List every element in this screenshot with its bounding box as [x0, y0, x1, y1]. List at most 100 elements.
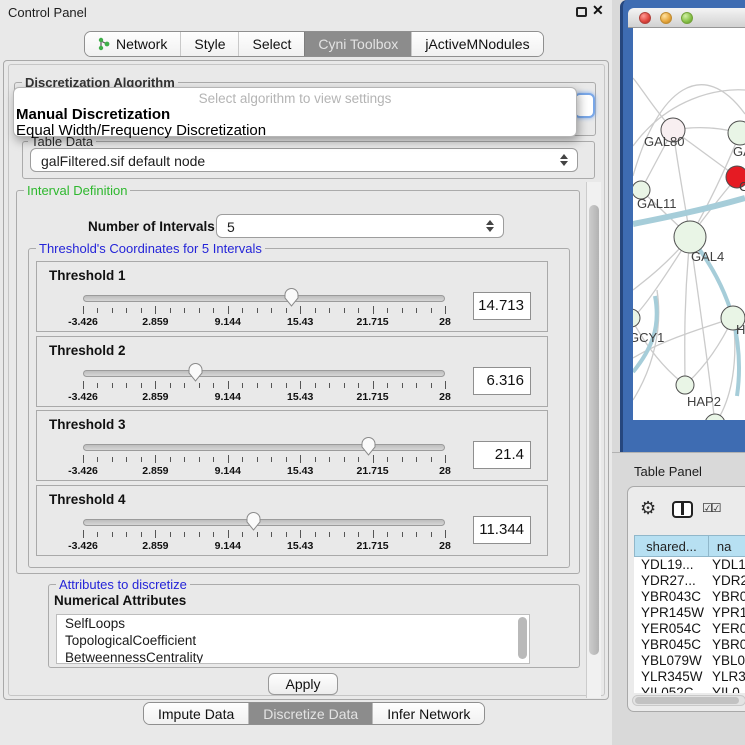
cell-name[interactable]: YDL1 — [709, 557, 745, 573]
slider-tick-label: -3.426 — [68, 316, 98, 328]
node-label: HAP2 — [687, 394, 721, 409]
slider-tick — [344, 383, 345, 388]
cell-shared-name[interactable]: YPR145W — [634, 605, 709, 621]
select-columns-icon[interactable]: ☑☑ — [702, 501, 720, 515]
close-icon[interactable]: ✕ — [592, 2, 604, 19]
dropdown-item-hint[interactable]: Select algorithm to view settings — [14, 91, 576, 106]
tab-jactivemnodules[interactable]: jActiveMNodules — [411, 32, 542, 56]
tab-label: Impute Data — [158, 706, 234, 722]
column-header-name[interactable]: na — [709, 535, 745, 557]
slider-thumb[interactable] — [361, 436, 376, 456]
table-row[interactable]: YDR27...YDR2 — [634, 573, 745, 589]
zoom-traffic-light-icon[interactable] — [681, 12, 693, 24]
cell-name[interactable]: YBR0 — [709, 637, 745, 653]
slider-tick — [126, 532, 127, 537]
table-row[interactable]: YBR045CYBR0 — [634, 637, 745, 653]
threshold-value-field[interactable]: 11.344 — [473, 516, 531, 544]
threshold-value-field[interactable]: 6.316 — [473, 367, 531, 395]
slider-thumb[interactable] — [246, 511, 261, 531]
cell-shared-name[interactable]: YDL19... — [634, 557, 709, 573]
numerical-attributes-list[interactable]: SelfLoopsTopologicalCoefficientBetweenne… — [56, 614, 530, 664]
network-node-hap2[interactable] — [676, 376, 694, 394]
scrollbar-thumb[interactable] — [589, 205, 599, 655]
dropdown-item-manual-discretization[interactable]: Manual Discretization — [16, 106, 170, 123]
cell-shared-name[interactable]: YBR043C — [634, 589, 709, 605]
attribute-list-item[interactable]: SelfLoops — [57, 615, 529, 632]
threshold-value-field[interactable]: 14.713 — [473, 292, 531, 320]
slider-tick — [416, 383, 417, 388]
cell-shared-name[interactable]: YER054C — [634, 621, 709, 637]
gear-icon[interactable]: ⚙ — [640, 498, 656, 519]
threshold-value-field[interactable]: 21.4 — [473, 441, 531, 469]
table-row[interactable]: YER054CYER0 — [634, 621, 745, 637]
slider-tick-label: -3.426 — [68, 391, 98, 403]
slider-track[interactable] — [83, 370, 445, 377]
cell-shared-name[interactable]: YIL052C — [634, 685, 709, 693]
table-row[interactable]: YLR345WYLR3 — [634, 669, 745, 685]
cell-name[interactable]: YDR2 — [709, 573, 745, 589]
column-header-shared-name[interactable]: shared... — [634, 535, 709, 557]
number-of-intervals-combobox[interactable]: 5 — [216, 214, 504, 238]
slider-tick — [83, 530, 84, 538]
dropdown-item-equal-width-frequency[interactable]: Equal Width/Frequency Discretization — [16, 122, 266, 139]
slider-tick — [445, 306, 446, 314]
tab-style[interactable]: Style — [180, 32, 238, 56]
network-icon — [98, 37, 110, 51]
slider-thumb[interactable] — [284, 287, 299, 307]
slider-thumb[interactable] — [188, 362, 203, 382]
network-window-titlebar[interactable] — [628, 8, 745, 28]
horizontal-scrollbar-thumb[interactable] — [635, 697, 739, 704]
tab-network[interactable]: Network — [85, 32, 180, 56]
table-data-combobox[interactable]: galFiltered.sif default node — [30, 148, 578, 172]
slider-tick-label: -3.426 — [68, 540, 98, 552]
slider-tick-label: 21.715 — [357, 540, 389, 552]
table-row[interactable]: YBL079WYBL0 — [634, 653, 745, 669]
tab-infer-network[interactable]: Infer Network — [372, 703, 484, 724]
tab-impute-data[interactable]: Impute Data — [144, 703, 248, 724]
table-row[interactable]: YBR043CYBR0 — [634, 589, 745, 605]
tab-cyni-toolbox[interactable]: Cyni Toolbox — [304, 32, 411, 56]
algorithm-combobox[interactable] — [574, 93, 595, 118]
network-node-ga[interactable] — [728, 121, 745, 145]
cell-name[interactable]: YBR0 — [709, 589, 745, 605]
float-window-icon[interactable] — [576, 7, 587, 17]
cell-shared-name[interactable]: YBL079W — [634, 653, 709, 669]
tab-select[interactable]: Select — [238, 32, 304, 56]
tab-discretize-data[interactable]: Discretize Data — [248, 703, 372, 724]
cell-name[interactable]: YBL0 — [709, 653, 745, 669]
slider-tick-label: 21.715 — [357, 465, 389, 477]
network-node[interactable] — [705, 414, 725, 420]
cell-name[interactable]: YIL0 — [709, 685, 745, 693]
attribute-list-item[interactable]: TopologicalCoefficient — [57, 632, 529, 649]
slider-tick — [286, 308, 287, 313]
slider-tick — [126, 308, 127, 313]
network-canvas[interactable]: GAL80GACGAL11GAL4GCY1HHAP2 — [633, 28, 745, 420]
cell-shared-name[interactable]: YBR045C — [634, 637, 709, 653]
slider-tick — [199, 308, 200, 313]
table-row[interactable]: YPR145WYPR1 — [634, 605, 745, 621]
table-row[interactable]: YIL052CYIL0 — [634, 685, 745, 693]
cell-shared-name[interactable]: YDR27... — [634, 573, 709, 589]
cell-shared-name[interactable]: YLR345W — [634, 669, 709, 685]
slider-tick — [184, 457, 185, 462]
minimize-traffic-light-icon[interactable] — [660, 12, 672, 24]
close-traffic-light-icon[interactable] — [639, 12, 651, 24]
attributes-scrollbar-thumb[interactable] — [518, 617, 527, 659]
apply-button[interactable]: Apply — [268, 673, 338, 695]
cell-name[interactable]: YPR1 — [709, 605, 745, 621]
vertical-scrollbar[interactable] — [586, 182, 601, 698]
split-columns-icon[interactable] — [672, 501, 693, 518]
slider-tick — [373, 381, 374, 389]
slider-tick — [358, 308, 359, 313]
slider-track[interactable] — [83, 444, 445, 451]
attribute-list-item[interactable]: BetweennessCentrality — [57, 649, 529, 664]
horizontal-scrollbar[interactable] — [632, 695, 745, 706]
slider-tick — [402, 308, 403, 313]
slider-tick — [184, 308, 185, 313]
cell-name[interactable]: YLR3 — [709, 669, 745, 685]
threshold-label: Threshold 3 — [49, 417, 126, 432]
cell-name[interactable]: YER0 — [709, 621, 745, 637]
slider-track[interactable] — [83, 519, 445, 526]
slider-track[interactable] — [83, 295, 445, 302]
table-row[interactable]: YDL19...YDL1 — [634, 557, 745, 573]
